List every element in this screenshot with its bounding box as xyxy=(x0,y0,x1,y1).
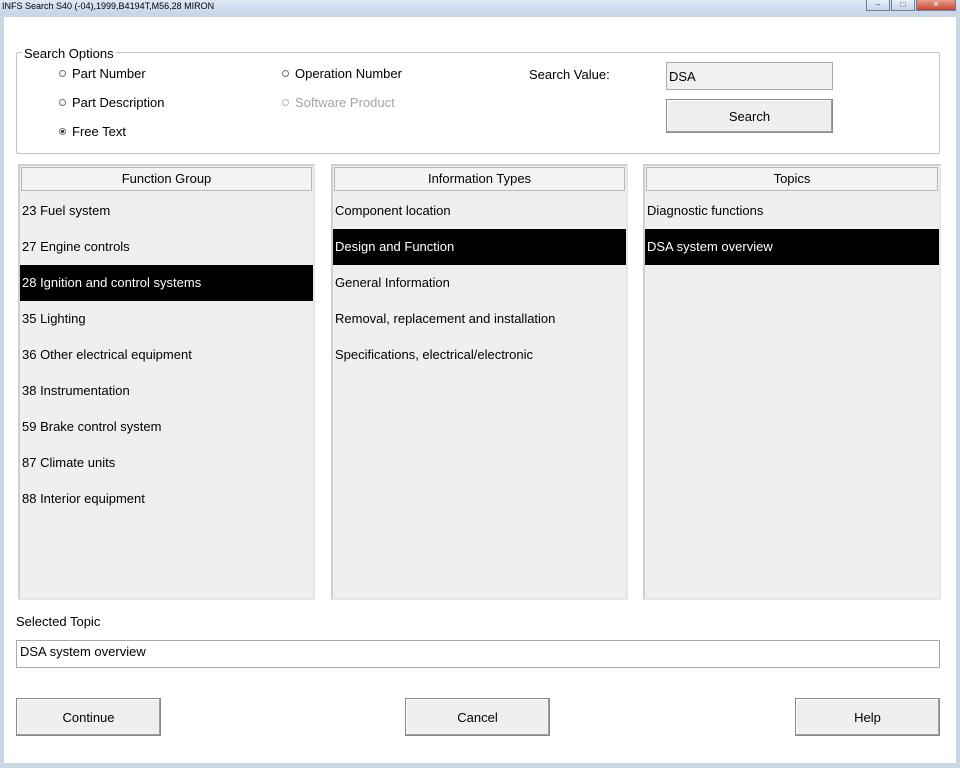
window-controls: – □ ✕ xyxy=(866,0,956,12)
radio-part-number[interactable]: Part Number xyxy=(59,66,146,81)
function-group-item[interactable]: 88 Interior equipment xyxy=(20,481,313,517)
radio-label: Part Description xyxy=(72,95,165,110)
function-group-item[interactable]: 28 Ignition and control systems xyxy=(20,265,313,301)
information-type-item[interactable]: General Information xyxy=(333,265,626,301)
function-group-item[interactable]: 23 Fuel system xyxy=(20,193,313,229)
information-types-items: Component location Design and Function Gen… xyxy=(333,193,626,373)
title-bar: INFS Search S40 (-04),1999,B4194T,M56,28… xyxy=(0,0,960,13)
topic-item[interactable]: DSA system overview xyxy=(645,229,939,265)
topics-list: Topics Diagnostic functions DSA system ov… xyxy=(643,164,941,600)
minimize-button[interactable]: – xyxy=(866,0,890,11)
information-type-item[interactable]: Component location xyxy=(333,193,626,229)
selected-topic-label: Selected Topic xyxy=(16,614,101,629)
function-group-item[interactable]: 36 Other electrical equipment xyxy=(20,337,313,373)
radio-software-product: Software Product xyxy=(282,95,395,110)
topic-item[interactable]: Diagnostic functions xyxy=(645,193,939,229)
function-group-item[interactable]: 35 Lighting xyxy=(20,301,313,337)
radio-button-icon xyxy=(59,70,66,77)
radio-button-icon xyxy=(282,70,289,77)
radio-label: Software Product xyxy=(295,95,395,110)
radio-button-icon xyxy=(59,99,66,106)
radio-free-text[interactable]: Free Text xyxy=(59,124,126,139)
information-types-list: Information Types Component location Desi… xyxy=(331,164,628,600)
help-button[interactable]: Help xyxy=(795,698,940,736)
information-type-item[interactable]: Design and Function xyxy=(333,229,626,265)
continue-button[interactable]: Continue xyxy=(16,698,161,736)
radio-label: Operation Number xyxy=(295,66,402,81)
information-type-item[interactable]: Specifications, electrical/electronic xyxy=(333,337,626,373)
information-types-header: Information Types xyxy=(334,167,625,191)
radio-part-description[interactable]: Part Description xyxy=(59,95,164,110)
function-group-item[interactable]: 59 Brake control system xyxy=(20,409,313,445)
search-options-title: Search Options xyxy=(22,46,116,61)
radio-operation-number[interactable]: Operation Number xyxy=(282,66,402,81)
topics-header: Topics xyxy=(646,167,938,191)
search-value-label: Search Value: xyxy=(529,67,610,82)
search-button[interactable]: Search xyxy=(666,99,833,133)
selected-topic-field: DSA system overview xyxy=(16,640,940,668)
cancel-button[interactable]: Cancel xyxy=(405,698,550,736)
function-group-item[interactable]: 87 Climate units xyxy=(20,445,313,481)
close-button[interactable]: ✕ xyxy=(916,0,956,11)
radio-label: Part Number xyxy=(72,66,146,81)
window-title: INFS Search S40 (-04),1999,B4194T,M56,28… xyxy=(2,1,215,11)
function-group-items: 23 Fuel system 27 Engine controls 28 Ignit… xyxy=(20,193,313,517)
maximize-button[interactable]: □ xyxy=(891,0,915,11)
information-type-item[interactable]: Removal, replacement and installation xyxy=(333,301,626,337)
function-group-header: Function Group xyxy=(21,167,312,191)
dialog-client-area: Search Options Part Number Part Descript… xyxy=(4,17,956,763)
function-group-item[interactable]: 38 Instrumentation xyxy=(20,373,313,409)
search-value-input[interactable] xyxy=(666,62,833,90)
radio-label: Free Text xyxy=(72,124,126,139)
function-group-list: Function Group 23 Fuel system 27 Engine c… xyxy=(18,164,315,600)
function-group-item[interactable]: 27 Engine controls xyxy=(20,229,313,265)
radio-button-checked-icon xyxy=(59,128,66,135)
radio-button-icon xyxy=(282,99,289,106)
topics-items: Diagnostic functions DSA system overview xyxy=(645,193,939,265)
